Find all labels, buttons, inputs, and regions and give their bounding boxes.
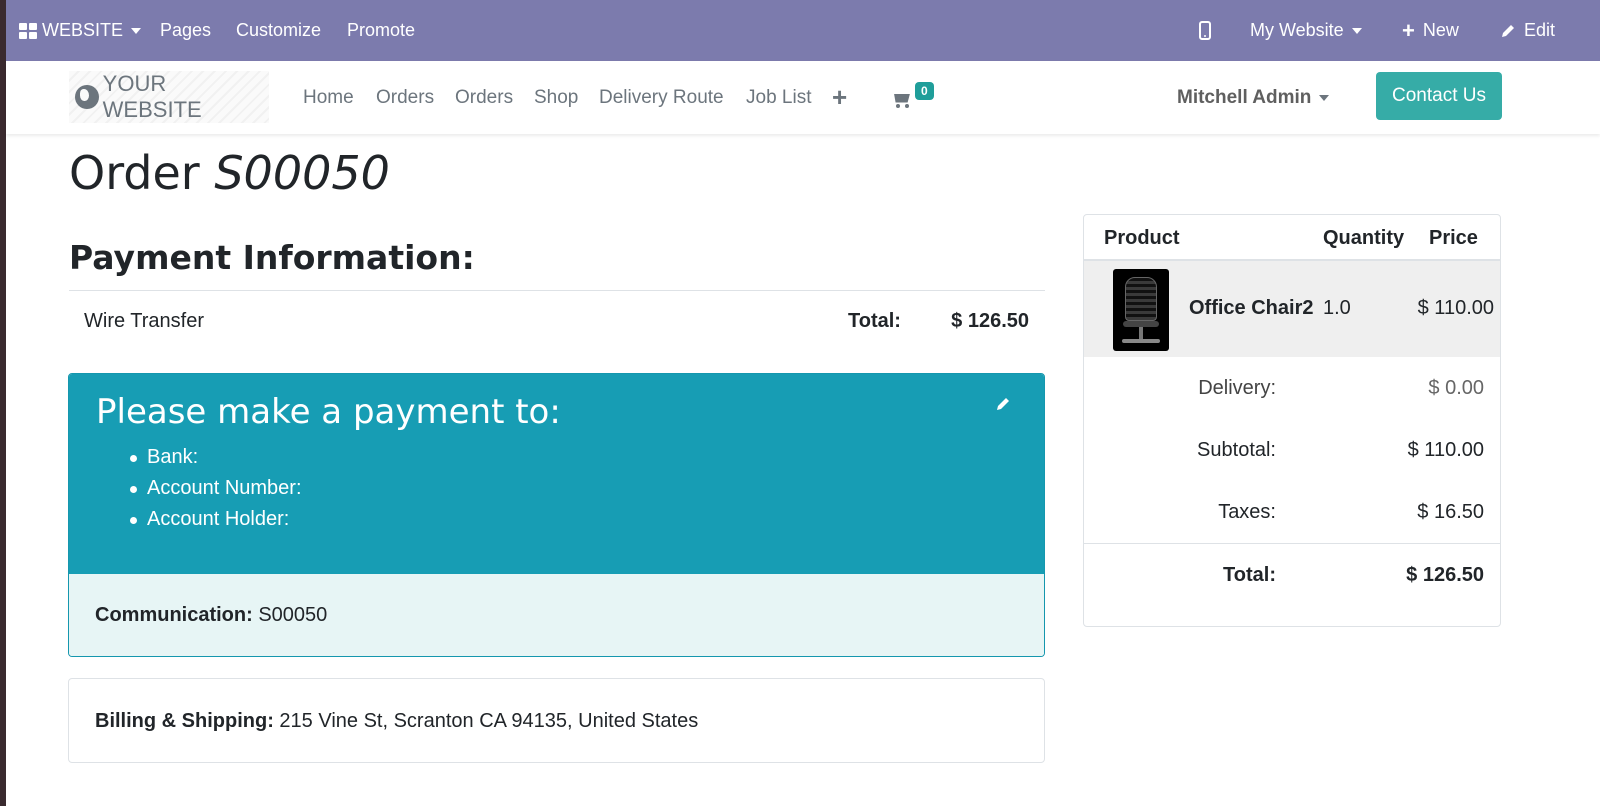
summary-total-label: Total:	[1223, 564, 1276, 586]
promote-menu[interactable]: Promote	[347, 0, 415, 61]
logo-text: YOUR WEBSITE	[102, 71, 202, 122]
edit-pencil-icon[interactable]	[995, 396, 1011, 412]
table-row: Office Chair2 1.0 $ 110.00	[1084, 261, 1500, 357]
user-name: Mitchell Admin	[1177, 86, 1312, 108]
shopping-cart-icon	[891, 92, 911, 108]
billing-line: Billing & Shipping: 215 Vine St, Scranto…	[95, 710, 698, 733]
account-holder-item: Account Holder:	[130, 508, 302, 539]
product-quantity: 1.0	[1323, 297, 1351, 319]
payment-total-value: $ 126.50	[951, 310, 1029, 332]
payment-method-row: Wire Transfer Total: $ 126.50	[69, 290, 1045, 352]
product-name[interactable]: Office Chair2	[1189, 297, 1313, 320]
cart-link[interactable]: 0	[891, 61, 934, 134]
communication-value: S00050	[258, 604, 328, 626]
apps-grid-icon	[19, 22, 37, 39]
contact-us-button[interactable]: Contact Us	[1376, 72, 1502, 120]
taxes-value: $ 16.50	[1417, 501, 1484, 523]
order-summary-table: Product Quantity Price Office Chair2 1.0…	[1083, 214, 1501, 627]
website-app-menu[interactable]: WEBSITE	[19, 0, 142, 61]
admin-bar: WEBSITE Pages Customize Promote My Websi…	[6, 0, 1600, 61]
edit-label: Edit	[1524, 20, 1556, 40]
product-column-header: Product	[1104, 227, 1180, 249]
bank-details-list: Bank: Account Number: Account Holder:	[130, 446, 302, 539]
customize-menu[interactable]: Customize	[236, 0, 321, 61]
nav-item-orders[interactable]: Orders	[376, 61, 434, 134]
payment-info-heading: Payment Information:	[69, 238, 475, 277]
new-button[interactable]: + New	[1402, 0, 1459, 61]
caret-down-icon	[1319, 94, 1330, 101]
caret-down-icon	[1351, 27, 1362, 34]
site-logo[interactable]: YOUR WEBSITE	[69, 71, 269, 123]
delivery-label: Delivery:	[1198, 377, 1276, 399]
account-number-item: Account Number:	[130, 477, 302, 508]
price-column-header: Price	[1429, 227, 1478, 249]
plus-icon: +	[1402, 17, 1415, 43]
summary-total-value: $ 126.50	[1406, 564, 1484, 586]
product-price: $ 110.00	[1417, 297, 1494, 319]
subtotal-label: Subtotal:	[1197, 439, 1276, 461]
add-menu-item-button[interactable]: +	[832, 61, 847, 134]
taxes-label: Taxes:	[1218, 501, 1276, 523]
product-image	[1113, 269, 1169, 351]
pages-menu[interactable]: Pages	[160, 0, 211, 61]
my-website-dropdown[interactable]: My Website	[1250, 0, 1362, 61]
payment-instructions-heading: Please make a payment to:	[96, 392, 561, 432]
nav-item-job-list[interactable]: Job List	[746, 61, 811, 134]
bank-item: Bank:	[130, 446, 302, 477]
nav-item-delivery-route[interactable]: Delivery Route	[599, 61, 724, 134]
payment-total-label: Total:	[848, 310, 901, 332]
payment-method: Wire Transfer	[84, 310, 205, 332]
nav-item-shop[interactable]: Shop	[534, 61, 578, 134]
page-title: Order S00050	[69, 146, 390, 200]
billing-shipping-card: Billing & Shipping: 215 Vine St, Scranto…	[68, 678, 1045, 763]
quantity-column-header: Quantity	[1323, 227, 1405, 249]
cart-count-badge: 0	[915, 81, 934, 100]
caret-down-icon	[131, 27, 142, 34]
communication-line: Communication: S00050	[95, 604, 327, 627]
edit-button[interactable]: Edit	[1500, 0, 1555, 61]
my-website-label: My Website	[1250, 20, 1344, 40]
divider	[1084, 543, 1500, 544]
nav-item-home[interactable]: Home	[303, 61, 354, 134]
communication-label: Communication:	[95, 604, 253, 626]
user-menu[interactable]: Mitchell Admin	[1177, 61, 1330, 134]
website-app-label: WEBSITE	[42, 20, 124, 40]
billing-address: 215 Vine St, Scranton CA 94135, United S…	[279, 710, 699, 732]
order-title-prefix: Order	[69, 146, 200, 200]
billing-label: Billing & Shipping:	[95, 710, 274, 732]
summary-header-row: Product Quantity Price	[1084, 215, 1500, 261]
subtotal-value: $ 110.00	[1407, 439, 1484, 461]
plus-icon: +	[832, 82, 848, 112]
new-label: New	[1422, 20, 1459, 40]
mobile-preview-button[interactable]	[1199, 0, 1211, 61]
order-number: S00050	[214, 146, 390, 200]
globe-icon	[75, 85, 99, 109]
site-header: YOUR WEBSITE Home Orders Orders Shop Del…	[6, 61, 1600, 134]
delivery-value: $ 0.00	[1428, 377, 1484, 399]
nav-item-orders-2[interactable]: Orders	[455, 61, 513, 134]
payment-instructions-alert: Please make a payment to: Bank: Account …	[68, 373, 1045, 657]
mobile-icon	[1199, 21, 1211, 40]
pencil-icon	[1502, 24, 1514, 37]
